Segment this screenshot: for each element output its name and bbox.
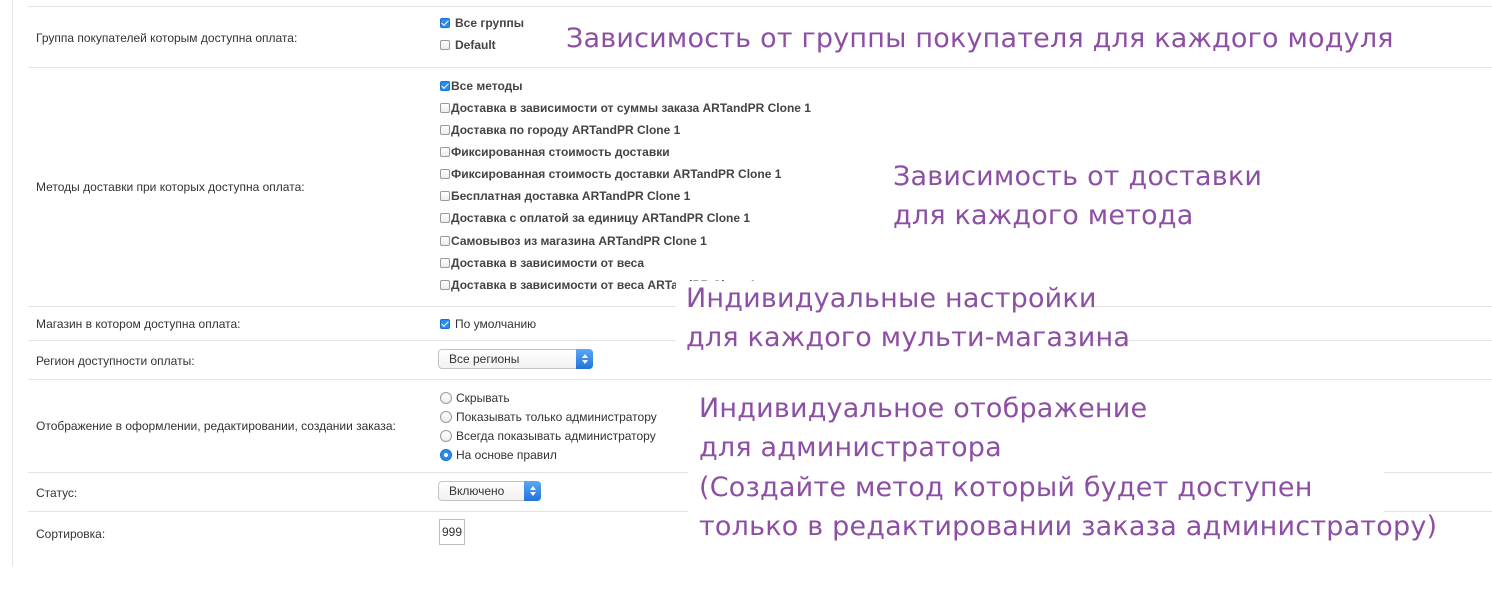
annotation-group: Зависимость от группы покупателя для каж… bbox=[566, 23, 1394, 54]
shipping-method-option[interactable]: Бесплатная доставка ARTandPR Clone 1 bbox=[440, 189, 690, 203]
shipping-method-option[interactable]: Доставка по городу ARTandPR Clone 1 bbox=[440, 123, 680, 137]
left-border bbox=[12, 0, 13, 566]
display-option[interactable]: Всегда показывать администратору bbox=[440, 429, 656, 443]
shipping-method-option[interactable]: Самовывоз из магазина ARTandPR Clone 1 bbox=[440, 234, 707, 248]
checkbox[interactable] bbox=[440, 125, 450, 135]
sort-order-input[interactable] bbox=[439, 519, 465, 545]
checkbox[interactable] bbox=[440, 236, 450, 246]
annotation-shipping: для каждого метода bbox=[893, 200, 1194, 231]
shipping-method-option[interactable]: Все методы bbox=[440, 79, 523, 93]
shipping-method-option[interactable]: Фиксированная стоимость доставки ARTandP… bbox=[440, 167, 781, 181]
shipping-method-option[interactable]: Фиксированная стоимость доставки bbox=[440, 145, 670, 159]
shipping-method-option[interactable]: Доставка с оплатой за единицу ARTandPR C… bbox=[440, 211, 750, 225]
annotation-store: Индивидуальные настройки bbox=[686, 283, 1097, 314]
checkbox[interactable] bbox=[440, 319, 450, 329]
checkbox[interactable] bbox=[440, 40, 450, 50]
checkbox[interactable] bbox=[440, 169, 450, 179]
row-divider bbox=[28, 379, 1492, 380]
customer-group-option[interactable]: Все группы bbox=[440, 16, 524, 30]
radio[interactable] bbox=[440, 449, 452, 461]
checkbox[interactable] bbox=[440, 147, 450, 157]
display-option[interactable]: На основе правил bbox=[440, 448, 557, 462]
annotation-admin: (Создайте метод который будет доступен bbox=[699, 472, 1313, 503]
annotation-store: для каждого мульти-магазина bbox=[686, 322, 1131, 353]
shipping-method-option[interactable]: Доставка в зависимости от суммы заказа A… bbox=[440, 101, 811, 115]
status-select[interactable]: Включено bbox=[438, 481, 541, 501]
shipping-methods-label: Методы доставки при которых доступна опл… bbox=[36, 180, 305, 194]
checkbox[interactable] bbox=[440, 280, 450, 290]
display-option[interactable]: Показывать только администратору bbox=[440, 410, 657, 424]
annotation-shipping: Зависимость от доставки bbox=[893, 161, 1263, 192]
annotation-admin: для администратора bbox=[699, 432, 1002, 463]
row-divider bbox=[28, 6, 1492, 7]
store-label: Магазин в котором доступна оплата: bbox=[36, 317, 241, 331]
checkbox[interactable] bbox=[440, 18, 450, 28]
radio[interactable] bbox=[440, 430, 452, 442]
shipping-method-option[interactable]: Доставка в зависимости от веса bbox=[440, 256, 644, 270]
sort-label: Сортировка: bbox=[36, 527, 106, 541]
checkbox[interactable] bbox=[440, 191, 450, 201]
radio[interactable] bbox=[440, 392, 452, 404]
region-select[interactable]: Все регионы bbox=[438, 349, 593, 369]
region-label: Регион доступности оплаты: bbox=[36, 354, 195, 368]
checkbox[interactable] bbox=[440, 103, 450, 113]
checkbox[interactable] bbox=[440, 81, 450, 91]
select-arrows-icon bbox=[576, 349, 593, 369]
status-label: Статус: bbox=[36, 486, 78, 500]
annotation-admin: только в редактировании заказа администр… bbox=[699, 511, 1438, 542]
store-option[interactable]: По умолчанию bbox=[440, 317, 536, 331]
row-divider bbox=[28, 67, 1492, 68]
annotation-admin: Индивидуальное отображение bbox=[699, 393, 1148, 424]
checkbox[interactable] bbox=[440, 213, 450, 223]
select-arrows-icon bbox=[524, 481, 541, 501]
customer-group-option[interactable]: Default bbox=[440, 38, 496, 52]
radio[interactable] bbox=[440, 411, 452, 423]
display-label: Отображение в оформлении, редактировании… bbox=[36, 419, 396, 433]
checkbox[interactable] bbox=[440, 258, 450, 268]
display-option[interactable]: Скрывать bbox=[440, 391, 510, 405]
customer-group-label: Группа покупателей которым доступна опла… bbox=[36, 31, 298, 45]
